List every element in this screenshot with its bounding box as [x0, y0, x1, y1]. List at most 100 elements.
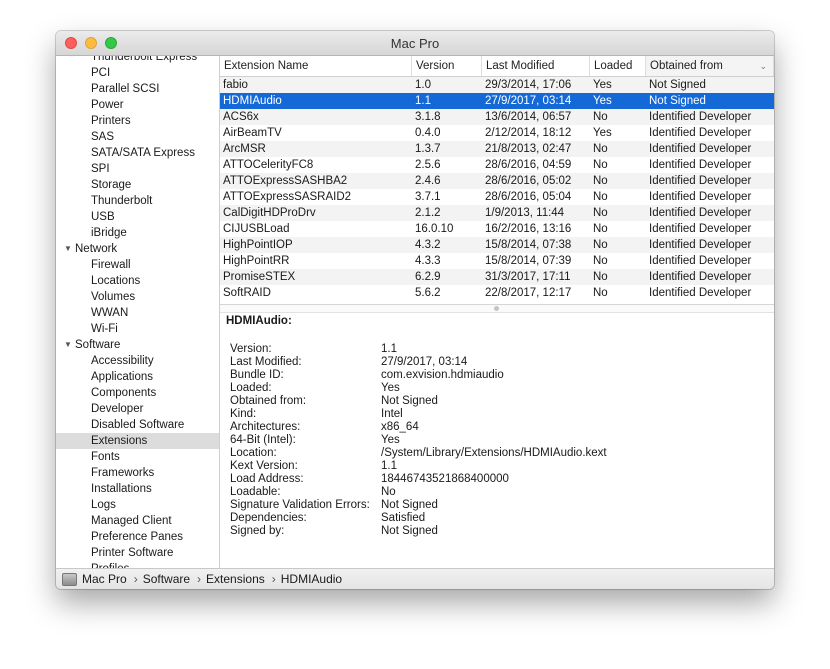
table-cell: Not Signed	[649, 79, 706, 91]
sidebar-item[interactable]: Thunderbolt Express	[56, 56, 219, 65]
sidebar-item[interactable]: Printer Software	[56, 545, 219, 561]
table-row[interactable]: SoftRAID 5.6.2 22/8/2017, 12:17 No Identifie…	[220, 285, 774, 301]
sidebar-item[interactable]: ▼ Software	[56, 337, 219, 353]
disclosure-triangle-icon[interactable]: ▼	[64, 337, 72, 353]
sidebar-item[interactable]: Disabled Software	[56, 417, 219, 433]
table-cell: 3.1.8	[415, 111, 441, 123]
sidebar-item[interactable]: SATA/SATA Express	[56, 145, 219, 161]
table-row[interactable]: CalDigitHDProDrv 2.1.2 1/9/2013, 11:44 No Id…	[220, 205, 774, 221]
table-cell: Identified Developer	[649, 127, 752, 139]
sidebar-item[interactable]: Thunderbolt	[56, 193, 219, 209]
table-row[interactable]: AirBeamTV 0.4.0 2/12/2014, 18:12 Yes Identif…	[220, 125, 774, 141]
table-row[interactable]: CIJUSBLoad 16.0.10 16/2/2016, 13:16 No Ident…	[220, 221, 774, 237]
table-row[interactable]: HighPointIOP 4.3.2 15/8/2014, 07:38 No Ident…	[220, 237, 774, 253]
detail-title: HDMIAudio:	[226, 315, 292, 327]
detail-value: 1.1	[381, 460, 397, 472]
sidebar-item[interactable]: Power	[56, 97, 219, 113]
table-cell: HDMIAudio	[223, 95, 282, 107]
table-cell: 0.4.0	[415, 127, 441, 139]
table-row[interactable]: HDMIAudio 1.1 27/9/2017, 03:14 Yes Not Signe…	[220, 93, 774, 109]
table-cell: No	[593, 111, 608, 123]
detail-value: com.exvision.hdmiaudio	[381, 369, 504, 381]
sidebar-item[interactable]: ▼ Network	[56, 241, 219, 257]
table-cell: No	[593, 207, 608, 219]
sidebar-item[interactable]: Accessibility	[56, 353, 219, 369]
sidebar-item[interactable]: PCI	[56, 65, 219, 81]
breadcrumb-item[interactable]: Software	[143, 572, 190, 586]
sidebar-item[interactable]: Managed Client	[56, 513, 219, 529]
sidebar-item[interactable]: USB	[56, 209, 219, 225]
split-view-divider[interactable]	[220, 304, 774, 313]
table-cell: 1.0	[415, 79, 431, 91]
sidebar-item[interactable]: Wi-Fi	[56, 321, 219, 337]
column-header[interactable]: Loaded	[590, 56, 646, 76]
sidebar-item-label: Installations	[91, 483, 152, 495]
sidebar-item[interactable]: Frameworks	[56, 465, 219, 481]
table-row[interactable]: ATTOCelerityFC8 2.5.6 28/6/2016, 04:59 No Id…	[220, 157, 774, 173]
table-row[interactable]: ATTOExpressSASHBA2 2.4.6 28/6/2016, 05:02 N…	[220, 173, 774, 189]
breadcrumb-item[interactable]: Extensions	[206, 572, 265, 586]
sidebar-item[interactable]: Preference Panes	[56, 529, 219, 545]
detail-field: Loaded: Yes	[230, 382, 770, 395]
table-row[interactable]: fabio 1.0 29/3/2014, 17:06 Yes Not Signed	[220, 77, 774, 93]
table-row[interactable]: HighPointRR 4.3.3 15/8/2014, 07:39 No Identi…	[220, 253, 774, 269]
table-cell: AirBeamTV	[223, 127, 282, 139]
table-row[interactable]: ATTOExpressSASRAID2 3.7.1 28/6/2016, 05:04…	[220, 189, 774, 205]
divider-handle[interactable]	[494, 306, 499, 311]
disclosure-triangle-icon[interactable]: ▼	[64, 241, 72, 257]
detail-value: Intel	[381, 408, 403, 420]
sidebar-item[interactable]: Installations	[56, 481, 219, 497]
table-row[interactable]: ACS6x 3.1.8 13/6/2014, 06:57 No Identified D…	[220, 109, 774, 125]
breadcrumb-separator: ›	[133, 572, 138, 586]
sidebar-item[interactable]: Applications	[56, 369, 219, 385]
detail-field: Kext Version: 1.1	[230, 460, 770, 473]
breadcrumb-item[interactable]: Mac Pro	[82, 572, 127, 586]
sidebar-item[interactable]: SAS	[56, 129, 219, 145]
sidebar-item-label: Firewall	[91, 259, 131, 271]
sidebar-item[interactable]: Profiles	[56, 561, 219, 568]
sidebar-item-label: Disabled Software	[91, 419, 185, 431]
sidebar-item-label: Managed Client	[91, 515, 172, 527]
sidebar-item[interactable]: Parallel SCSI	[56, 81, 219, 97]
column-header[interactable]: Version	[412, 56, 482, 76]
table-cell: 16.0.10	[415, 223, 454, 235]
table-cell: PromiseSTEX	[223, 271, 296, 283]
detail-field: Signature Validation Errors: Not Signed	[230, 499, 770, 512]
detail-label: Signature Validation Errors:	[230, 499, 370, 511]
sidebar-item[interactable]: Locations	[56, 273, 219, 289]
sidebar-item[interactable]: Components	[56, 385, 219, 401]
detail-label: Signed by:	[230, 525, 285, 537]
chevron-down-icon[interactable]: ⌄	[759, 56, 767, 76]
column-header[interactable]: Last Modified	[482, 56, 590, 76]
sidebar-item[interactable]: Fonts	[56, 449, 219, 465]
column-header[interactable]: Obtained from ⌄	[646, 56, 774, 76]
sidebar-item[interactable]: WWAN	[56, 305, 219, 321]
table-cell: 4.3.2	[415, 239, 441, 251]
window-title: Mac Pro	[390, 36, 440, 51]
sidebar-item[interactable]: Logs	[56, 497, 219, 513]
breadcrumb-item[interactable]: HDMIAudio	[281, 572, 342, 586]
table-cell: Not Signed	[649, 95, 706, 107]
table-cell: SoftRAID	[223, 287, 271, 299]
sidebar-item[interactable]: Volumes	[56, 289, 219, 305]
table-cell: Identified Developer	[649, 111, 752, 123]
table-row[interactable]: ArcMSR 1.3.7 21/8/2013, 02:47 No Identified …	[220, 141, 774, 157]
sidebar-item[interactable]: Developer	[56, 401, 219, 417]
sidebar-item[interactable]: iBridge	[56, 225, 219, 241]
sidebar-item[interactable]: Storage	[56, 177, 219, 193]
breadcrumb: Mac Pro › Software › Extensions › HDMIAudio	[82, 569, 342, 589]
table-row[interactable]: PromiseSTEX 6.2.9 31/3/2017, 17:11 No Identi…	[220, 269, 774, 285]
sidebar-item-label: Developer	[91, 403, 144, 415]
sidebar-item[interactable]: SPI	[56, 161, 219, 177]
sidebar-item[interactable]: Firewall	[56, 257, 219, 273]
sidebar[interactable]: Thunderbolt Express PCI Parallel SCSI Power…	[56, 56, 220, 568]
column-header[interactable]: Extension Name	[220, 56, 412, 76]
detail-value: Yes	[381, 434, 400, 446]
detail-value: Satisfied	[381, 512, 426, 524]
detail-label: Obtained from:	[230, 395, 307, 407]
sidebar-item-label: USB	[91, 211, 115, 223]
extensions-table[interactable]: Extension Name Version Last Modified Loaded…	[220, 56, 774, 304]
table-cell: No	[593, 223, 608, 235]
sidebar-item[interactable]: Printers	[56, 113, 219, 129]
sidebar-item[interactable]: Extensions	[56, 433, 219, 449]
